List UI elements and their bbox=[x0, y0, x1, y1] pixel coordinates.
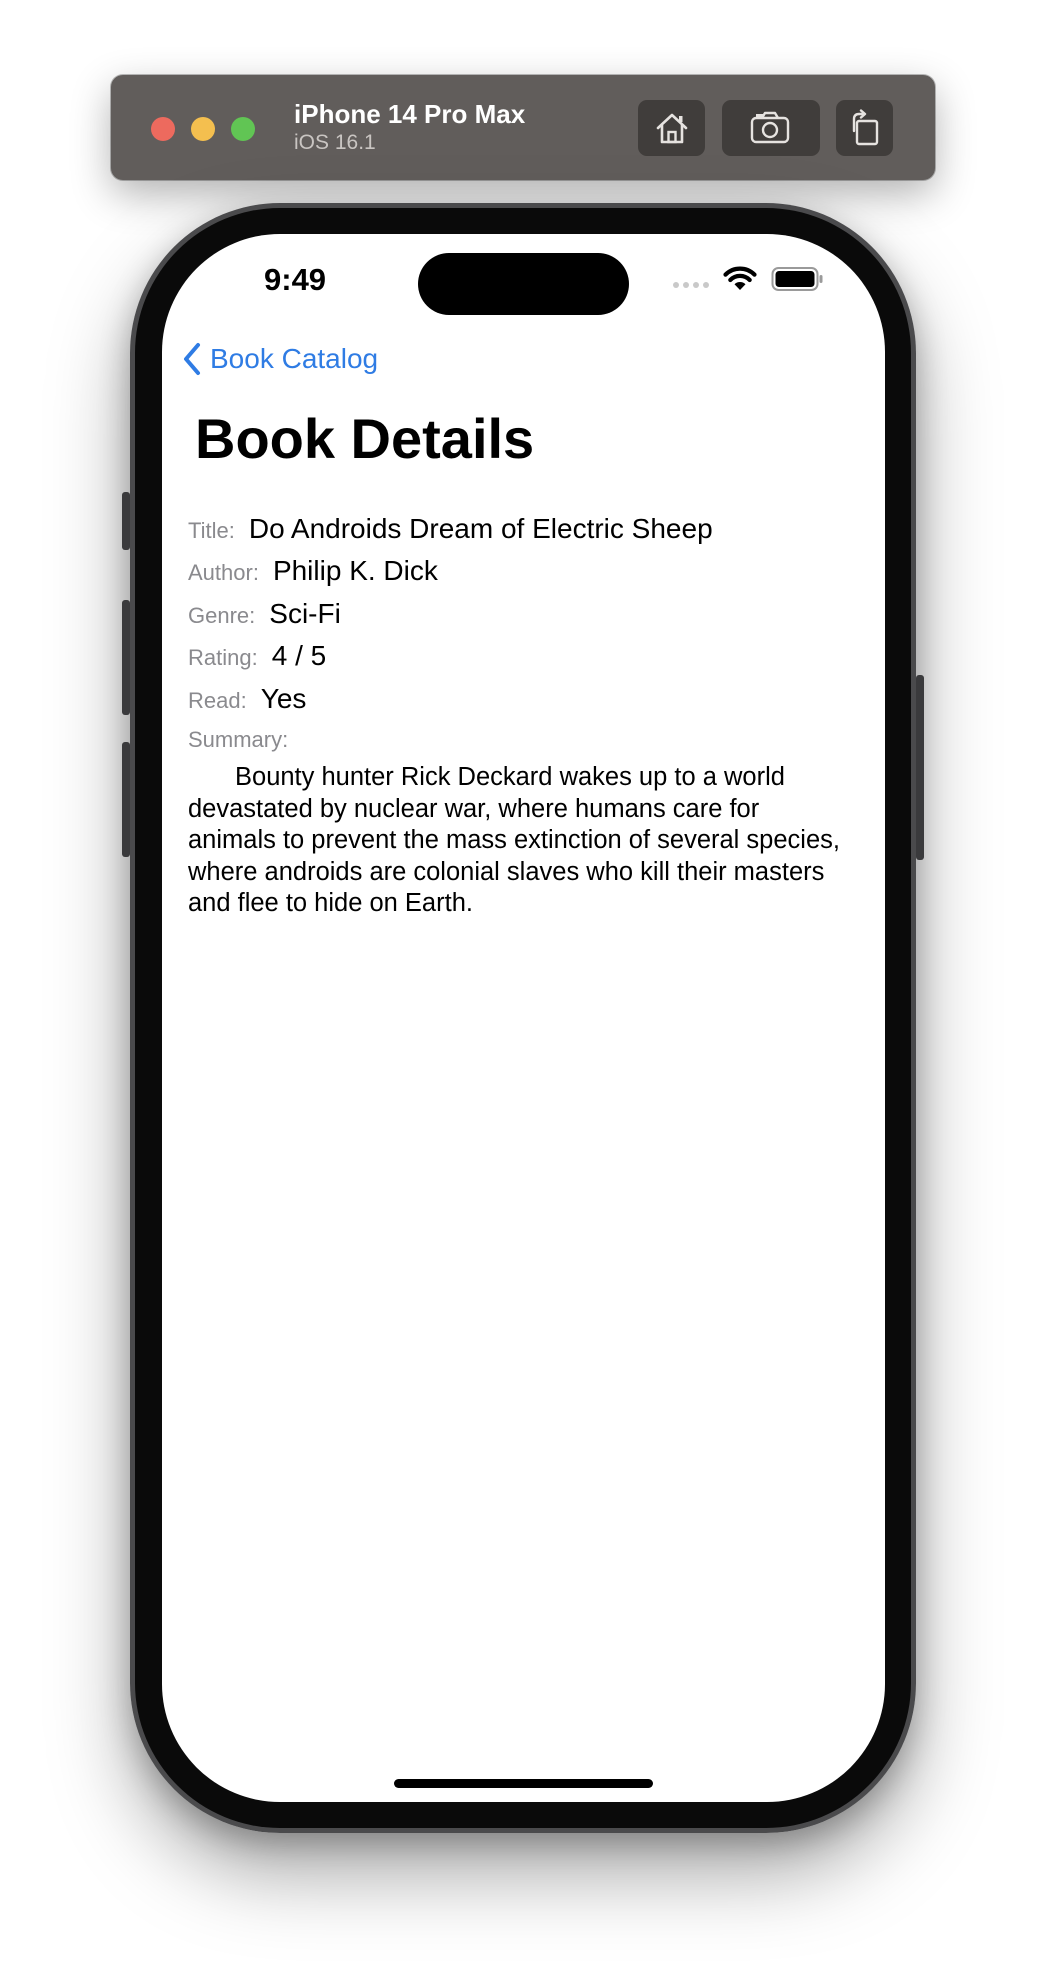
genre-label: Genre: bbox=[188, 603, 256, 628]
home-icon bbox=[656, 113, 687, 144]
page-title: Book Details bbox=[195, 407, 535, 470]
device-name: iPhone 14 Pro Max bbox=[294, 99, 526, 129]
os-version: iOS 16.1 bbox=[294, 131, 376, 154]
rotate-icon bbox=[852, 109, 878, 146]
silent-switch bbox=[122, 492, 130, 550]
genre-value: Sci-Fi bbox=[269, 598, 341, 629]
close-window-button[interactable] bbox=[151, 117, 175, 141]
rating-row: Rating: 4 / 5 bbox=[188, 640, 326, 672]
minimize-window-button[interactable] bbox=[191, 117, 215, 141]
chevron-left-icon bbox=[184, 343, 200, 375]
author-label: Author: bbox=[188, 560, 259, 585]
battery-icon bbox=[771, 267, 823, 291]
status-time: 9:49 bbox=[264, 262, 327, 297]
simulator-toolbar: iPhone 14 Pro Max iOS 16.1 bbox=[111, 75, 935, 180]
title-row: Title: Do Androids Dream of Electric She… bbox=[188, 513, 713, 545]
summary-label: Summary: bbox=[188, 727, 289, 752]
read-label: Read: bbox=[188, 688, 247, 713]
volume-down-button bbox=[122, 742, 130, 857]
author-row: Author: Philip K. Dick bbox=[188, 555, 438, 587]
cellular-dots-icon bbox=[673, 282, 709, 288]
back-button-label: Book Catalog bbox=[210, 343, 379, 374]
home-indicator[interactable] bbox=[394, 1779, 653, 1788]
summary-text: Bounty hunter Rick Deckard wakes up to a… bbox=[188, 763, 840, 917]
status-icons bbox=[673, 266, 825, 292]
dynamic-island bbox=[418, 253, 629, 315]
read-value: Yes bbox=[260, 683, 307, 714]
wifi-icon bbox=[723, 266, 757, 290]
read-row: Read: Yes bbox=[188, 683, 306, 715]
screenshot-button[interactable] bbox=[722, 100, 820, 156]
camera-icon bbox=[750, 111, 790, 144]
power-button bbox=[916, 675, 924, 860]
phone-screen: 9:49 Book Catalog Book Details Title: Do… bbox=[162, 234, 885, 1802]
rating-label: Rating: bbox=[188, 645, 258, 670]
rotate-button[interactable] bbox=[836, 100, 893, 156]
title-label: Title: bbox=[188, 518, 235, 543]
genre-row: Genre: Sci-Fi bbox=[188, 598, 341, 630]
home-button[interactable] bbox=[638, 100, 705, 156]
volume-up-button bbox=[122, 600, 130, 715]
back-button[interactable]: Book Catalog bbox=[182, 342, 378, 376]
zoom-window-button[interactable] bbox=[231, 117, 255, 141]
author-value: Philip K. Dick bbox=[272, 555, 438, 586]
rating-value: 4 / 5 bbox=[271, 640, 327, 671]
title-value: Do Androids Dream of Electric Sheep bbox=[248, 513, 713, 544]
